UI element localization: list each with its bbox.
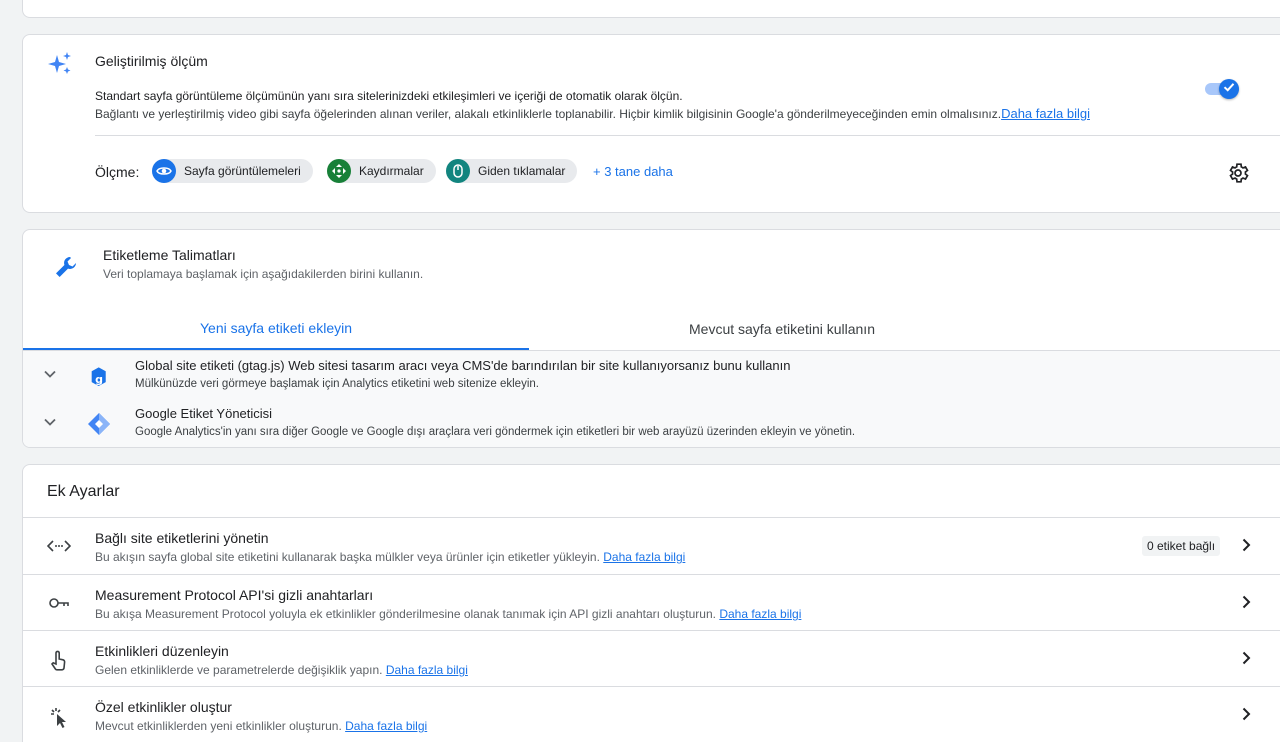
learn-more-link[interactable]: Daha fazla bilgi	[345, 719, 427, 733]
settings-row-modify-events[interactable]: Etkinlikleri düzenleyin Gelen etkinlikle…	[23, 630, 1280, 686]
chevron-right-icon	[1237, 536, 1255, 559]
gtag-title: Global site etiketi (gtag.js)	[135, 358, 285, 373]
additional-settings-title: Ek Ayarlar	[47, 483, 120, 500]
mouse-icon	[446, 159, 470, 183]
touch-icon	[47, 649, 71, 678]
chip-page-views[interactable]: Sayfa görüntülemeleri	[152, 159, 313, 183]
click-icon	[47, 705, 71, 734]
gtag-icon: g	[87, 365, 111, 396]
settings-row-title: Özel etkinlikler oluştur	[95, 699, 232, 715]
gtag-title-detail: Web sitesi tasarım aracı veya CMS'de bar…	[284, 358, 791, 373]
learn-more-link[interactable]: Daha fazla bilgi	[719, 607, 801, 621]
enhanced-measurement-card: Geliştirilmiş ölçüm Standart sayfa görün…	[22, 34, 1280, 213]
enhanced-measurement-title: Geliştirilmiş ölçüm	[95, 53, 208, 69]
chevron-right-icon	[1237, 705, 1255, 728]
tag-option-gtm[interactable]: Google Etiket Yöneticisi Google Analytic…	[23, 399, 1280, 447]
learn-more-link[interactable]: Daha fazla bilgi	[1001, 106, 1090, 121]
settings-row-title: Measurement Protocol API'si gizli anahta…	[95, 587, 374, 603]
tagging-subtitle: Veri toplamaya başlamak için aşağıdakile…	[103, 267, 424, 281]
svg-text:g: g	[95, 373, 103, 386]
tag-options-list: g Global site etiketi (gtag.js) Web site…	[23, 351, 1280, 447]
settings-row-desc: Mevcut etkinliklerden yeni etkinlikler o…	[95, 719, 427, 733]
tagging-title: Etiketleme Talimatları	[103, 247, 236, 263]
tag-option-desc: Mülkünüzde veri görmeye başlamak için An…	[135, 378, 539, 390]
chevron-right-icon	[1237, 593, 1255, 616]
settings-row-desc: Bu akışın sayfa global site etiketini ku…	[95, 550, 685, 564]
settings-row-connected-tags[interactable]: Bağlı site etiketlerini yönetin Bu akışı…	[23, 517, 1280, 573]
toggle-knob	[1219, 79, 1239, 99]
settings-row-desc-text: Gelen etkinliklerde ve parametrelerde de…	[95, 663, 383, 677]
previous-card	[22, 0, 1280, 18]
chip-scrolls[interactable]: Kaydırmalar	[327, 159, 436, 183]
chip-label: Giden tıklamalar	[478, 164, 566, 178]
settings-row-desc: Gelen etkinliklerde ve parametrelerde de…	[95, 663, 468, 677]
settings-row-desc-text: Bu akışa Measurement Protocol yoluyla ek…	[95, 607, 716, 621]
settings-row-api-secrets[interactable]: Measurement Protocol API'si gizli anahta…	[23, 574, 1280, 630]
chevron-down-icon	[43, 367, 57, 386]
learn-more-link[interactable]: Daha fazla bilgi	[386, 663, 468, 677]
divider	[95, 135, 1280, 136]
chip-outbound-clicks[interactable]: Giden tıklamalar	[446, 159, 578, 183]
tag-option-desc: Google Analytics'in yanı sıra diğer Goog…	[135, 426, 856, 438]
tagging-instructions-card: Etiketleme Talimatları Veri toplamaya ba…	[22, 229, 1280, 448]
enhanced-measurement-description: Standart sayfa görüntüleme ölçümünün yan…	[95, 89, 683, 103]
settings-row-custom-events[interactable]: Özel etkinlikler oluştur Mevcut etkinlik…	[23, 686, 1280, 742]
tag-manager-icon	[87, 412, 111, 441]
chevron-down-icon	[43, 415, 57, 434]
sparkle-icon	[47, 51, 73, 82]
measure-label: Ölçme:	[95, 164, 140, 180]
move-icon	[327, 159, 351, 183]
enhanced-measurement-note: Bağlantı ve yerleştirilmiş video gibi sa…	[95, 106, 1090, 121]
check-icon	[1222, 80, 1236, 99]
tag-option-title: Google Etiket Yöneticisi	[135, 406, 273, 421]
tag-count-badge: 0 etiket bağlı	[1142, 536, 1221, 556]
settings-row-title: Bağlı site etiketlerini yönetin	[95, 530, 269, 546]
tag-option-gtag[interactable]: g Global site etiketi (gtag.js) Web site…	[23, 351, 1280, 399]
code-icon	[46, 536, 72, 561]
eye-icon	[152, 159, 176, 183]
learn-more-link[interactable]: Daha fazla bilgi	[603, 550, 685, 564]
settings-row-desc-text: Bu akışın sayfa global site etiketini ku…	[95, 550, 600, 564]
additional-settings-card: Ek Ayarlar Bağlı site etiketlerini yönet…	[22, 464, 1280, 742]
chip-label: Sayfa görüntülemeleri	[184, 164, 301, 178]
key-icon	[47, 593, 71, 618]
settings-row-desc: Bu akışa Measurement Protocol yoluyla ek…	[95, 607, 801, 621]
tag-option-title: Global site etiketi (gtag.js) Web sitesi…	[135, 358, 790, 373]
tab-existing-page-tag[interactable]: Mevcut sayfa etiketini kullanın	[529, 308, 1035, 350]
more-events-link[interactable]: + 3 tane daha	[593, 164, 673, 179]
chevron-right-icon	[1237, 649, 1255, 672]
enhanced-measurement-toggle[interactable]	[1205, 77, 1241, 101]
settings-row-desc-text: Mevcut etkinliklerden yeni etkinlikler o…	[95, 719, 342, 733]
note-text: Bağlantı ve yerleştirilmiş video gibi sa…	[95, 107, 1002, 121]
chip-label: Kaydırmalar	[359, 164, 424, 178]
gear-icon[interactable]	[1226, 161, 1250, 190]
tab-new-page-tag[interactable]: Yeni sayfa etiketi ekleyin	[23, 308, 529, 350]
wrench-icon	[53, 254, 79, 285]
settings-row-title: Etkinlikleri düzenleyin	[95, 643, 229, 659]
